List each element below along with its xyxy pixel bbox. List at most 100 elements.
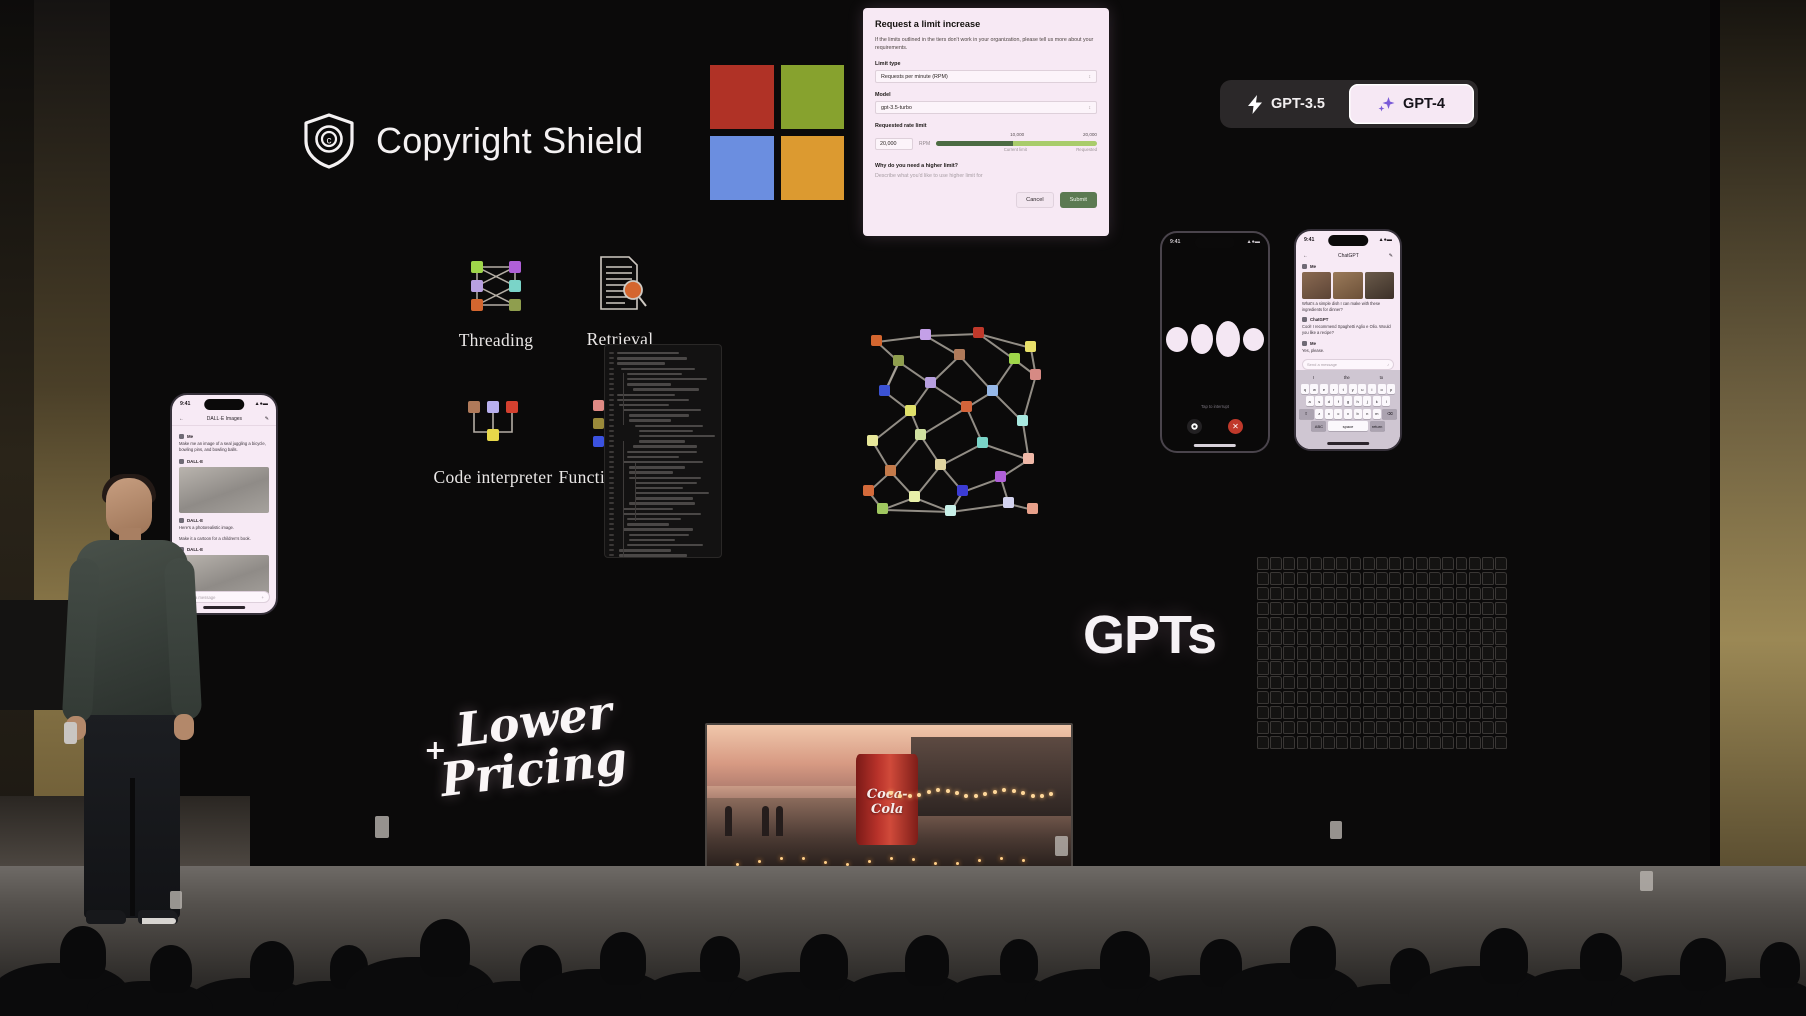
rate-limit-slider[interactable]: 10,000 20,000 Current limit Requested [936, 132, 1097, 154]
plus-icon[interactable]: + [262, 595, 264, 600]
suggestion[interactable]: I [1313, 375, 1314, 380]
document-tile [1415, 735, 1428, 749]
graph-node [973, 327, 984, 338]
key-k[interactable]: k [1372, 396, 1381, 407]
document-tile [1482, 601, 1494, 616]
chevron-updown-icon: ↕ [1088, 73, 1092, 80]
dialog-description: If the limits outlined in the tiers don'… [875, 37, 1094, 52]
document-tile [1349, 705, 1362, 720]
key-m[interactable]: m [1372, 408, 1381, 419]
rate-limit-input[interactable]: 20,000 [875, 137, 913, 150]
message-item: Me What's a simple dish I can make with … [1302, 264, 1394, 313]
graph-node [863, 485, 874, 496]
key-t[interactable]: t [1339, 384, 1348, 394]
key-v[interactable]: v [1344, 408, 1352, 419]
compose-icon[interactable]: ✎ [265, 416, 269, 422]
key-shift[interactable]: ⇧ [1298, 408, 1314, 419]
code-indent-guide [635, 463, 636, 521]
document-tile [1270, 557, 1282, 571]
model-option-gpt4[interactable]: GPT-4 [1349, 84, 1474, 124]
key-i[interactable]: i [1367, 384, 1376, 394]
reason-textarea[interactable]: Describe what you'd like to use higher l… [875, 173, 1097, 179]
key-r[interactable]: r [1329, 384, 1338, 394]
compose-icon[interactable]: ✎ [1389, 253, 1393, 259]
document-tile [1389, 646, 1402, 660]
suggestion[interactable]: the [1344, 375, 1350, 380]
document-tile [1362, 616, 1375, 630]
headphones-icon[interactable]: ♪ [1387, 362, 1389, 367]
document-tile [1257, 646, 1269, 660]
key-p[interactable]: p [1387, 384, 1396, 394]
document-tile [1323, 720, 1335, 735]
audience-head [150, 944, 192, 993]
key-o[interactable]: o [1377, 384, 1386, 394]
back-icon[interactable]: ← [1303, 253, 1308, 259]
key-return[interactable]: return [1369, 421, 1385, 432]
key-n[interactable]: n [1363, 408, 1372, 419]
key-y[interactable]: y [1348, 384, 1357, 394]
document-tile [1455, 735, 1468, 749]
key-b[interactable]: b [1353, 408, 1362, 419]
document-tile [1376, 601, 1388, 616]
key-z[interactable]: z [1315, 408, 1324, 419]
code-line-number [609, 367, 614, 370]
document-tile [1376, 557, 1388, 571]
back-icon[interactable]: ← [179, 416, 184, 422]
code-line-number [609, 424, 614, 427]
message-composer[interactable]: Send a message ♪ [1302, 359, 1394, 370]
model-toggle[interactable]: GPT-3.5 GPT-4 [1220, 80, 1478, 128]
document-tile [1270, 646, 1282, 660]
key-u[interactable]: u [1358, 384, 1367, 394]
submit-button[interactable]: Submit [1059, 192, 1097, 209]
audience-head [1680, 937, 1726, 991]
document-tile [1257, 690, 1269, 705]
model-option-gpt35[interactable]: GPT-3.5 [1224, 84, 1349, 124]
model-select[interactable]: gpt-3.5-turbo ↕ [875, 101, 1097, 115]
avatar [1302, 340, 1307, 346]
key-w[interactable]: w [1310, 384, 1319, 394]
rate-limit-label: Requested rate limit [875, 123, 927, 130]
keyboard-suggestions: I the to [1298, 373, 1398, 384]
model-option-gpt35-label: GPT-3.5 [1271, 96, 1325, 112]
limit-type-select[interactable]: Requests per minute (RPM) ↕ [875, 70, 1097, 84]
document-tile [1429, 631, 1441, 645]
key-backspace[interactable]: ⌫ [1382, 408, 1398, 419]
key-g[interactable]: g [1344, 396, 1352, 407]
request-limit-increase-dialog: Request a limit increase If the limits o… [863, 8, 1109, 236]
key-a[interactable]: a [1305, 396, 1314, 407]
key-d[interactable]: d [1324, 396, 1333, 407]
code-line [635, 497, 693, 500]
key-space[interactable]: space [1328, 421, 1368, 432]
audience-head [600, 931, 646, 985]
document-tile [1402, 631, 1415, 645]
feature-threading-label: Threading [458, 330, 534, 350]
key-c[interactable]: c [1334, 408, 1343, 419]
suggestion[interactable]: to [1380, 375, 1384, 380]
string-light [1002, 788, 1007, 793]
key-x[interactable]: x [1324, 408, 1333, 419]
mute-icon[interactable] [1187, 419, 1202, 434]
model-label: Model [875, 92, 891, 99]
code-line-number [609, 403, 614, 406]
key-q[interactable]: q [1300, 384, 1309, 394]
copyright-shield-icon: c [303, 113, 355, 169]
document-tile [1402, 676, 1415, 690]
document-tile [1376, 690, 1388, 705]
document-tile [1376, 571, 1388, 586]
key-j[interactable]: j [1363, 396, 1372, 407]
cancel-button[interactable]: Cancel [1016, 192, 1054, 209]
code-tree-icon [463, 392, 523, 454]
key-abc[interactable]: ABC [1311, 421, 1327, 432]
graph-node [987, 385, 998, 396]
document-tile [1495, 676, 1507, 690]
end-call-icon[interactable]: ✕ [1228, 419, 1243, 434]
key-f[interactable]: f [1334, 396, 1343, 407]
key-e[interactable]: e [1320, 384, 1329, 394]
key-l[interactable]: l [1382, 396, 1391, 407]
document-tile [1323, 571, 1335, 586]
code-line-number [609, 450, 614, 453]
key-h[interactable]: h [1353, 396, 1362, 407]
limit-type-value: Requests per minute (RPM) [881, 73, 948, 80]
key-s[interactable]: s [1315, 396, 1324, 407]
on-screen-keyboard[interactable]: I the to qwertyuiop asdfghjkl ⇧ z x c v b n m ⌫ … [1296, 370, 1400, 449]
